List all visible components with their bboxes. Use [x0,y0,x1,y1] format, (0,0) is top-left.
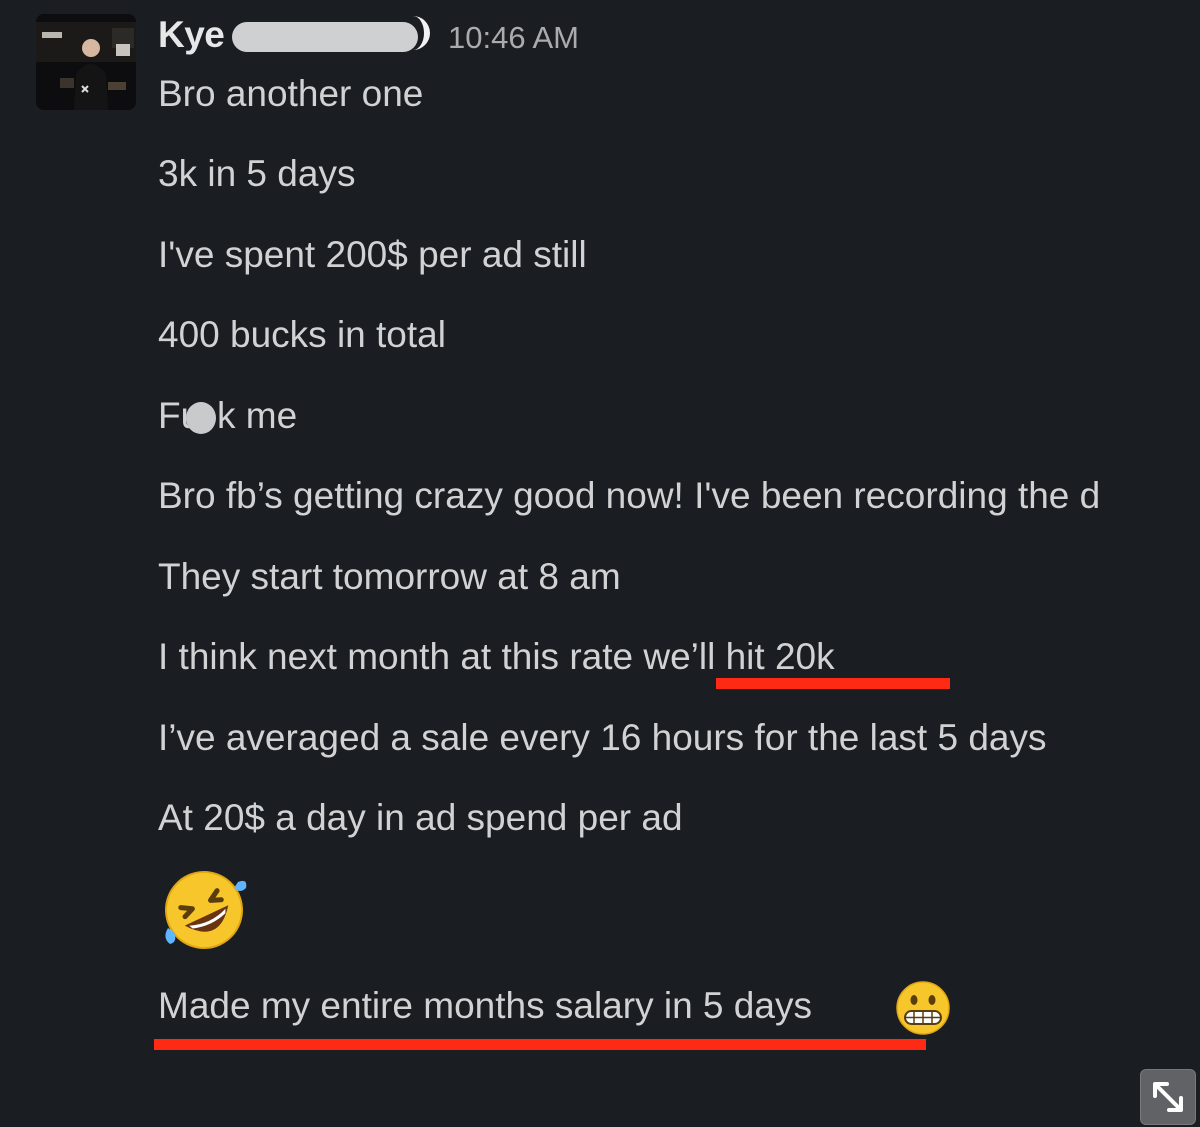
name-redaction-edge [396,16,430,50]
name-redaction [232,22,418,52]
expand-button[interactable] [1140,1069,1196,1125]
rofl-emoji-icon [160,868,248,957]
message-timestamp[interactable]: 10:46 AM [448,20,579,56]
author-name[interactable]: Kye [158,14,225,56]
expand-arrows-icon [1153,1082,1183,1112]
message-line: Bro another one [158,73,424,114]
message-line: I think next month at this rate we’ll hi… [158,636,835,677]
censor-blur [186,402,216,434]
message-line-part: k me [217,395,298,436]
message-line: Bro fb’s getting crazy good now! I've be… [158,475,1101,516]
chat-window: Kye 10:46 AM Bro another one 3k in 5 day… [0,0,1200,1127]
message-line: They start tomorrow at 8 am [158,556,621,597]
highlight-underline [154,1039,926,1050]
message-line: I’ve averaged a sale every 16 hours for … [158,717,1047,758]
message-line: I've spent 200$ per ad still [158,234,587,275]
avatar-photo [36,14,136,110]
message-line: At 20$ a day in ad spend per ad [158,797,683,838]
avatar[interactable] [36,14,136,110]
grimace-emoji-icon [894,980,952,1041]
message-line: 3k in 5 days [158,153,356,194]
message-line: 400 bucks in total [158,314,446,355]
message-line: Made my entire months salary in 5 days [158,985,812,1026]
highlight-underline [716,678,950,689]
